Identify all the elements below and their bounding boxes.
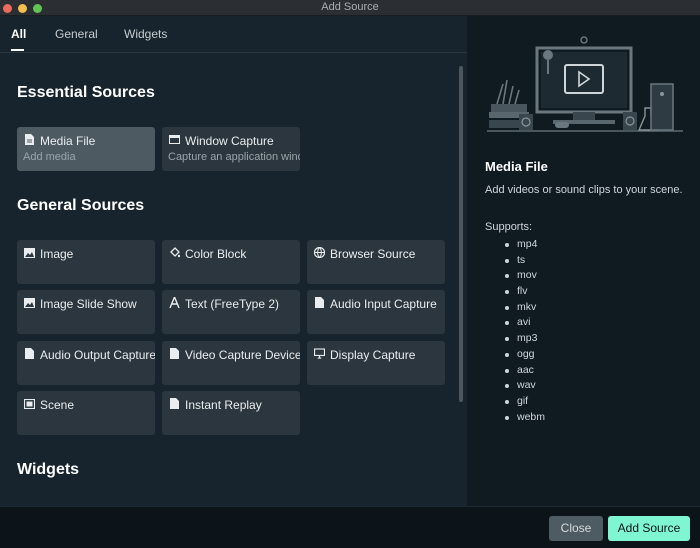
window-title: Add Source [321, 1, 379, 13]
paint-bucket-icon [169, 247, 180, 258]
scrollbar[interactable] [459, 66, 463, 402]
source-detail-panel: Media File Add videos or sound clips to … [467, 16, 700, 506]
media-file-illustration [487, 36, 683, 132]
general-sources-heading: General Sources [17, 197, 145, 214]
close-button[interactable]: Close [549, 516, 603, 541]
tab-widgets[interactable]: Widgets [124, 27, 167, 41]
source-card-image-slide-show[interactable]: Image Slide Show [17, 290, 155, 334]
title-bar: Add Source [0, 0, 700, 16]
format-item: ts [505, 253, 545, 269]
widgets-heading: Widgets [17, 461, 80, 478]
format-item: gif [505, 394, 545, 410]
source-card-label: Media File [40, 134, 96, 148]
source-card-label: Image [40, 247, 74, 261]
monitor-icon [314, 348, 325, 359]
dialog-footer: Close Add Source [0, 506, 700, 548]
tab-all[interactable]: All [11, 27, 26, 41]
detail-description: Add videos or sound clips to your scene. [485, 184, 683, 196]
image-icon [24, 297, 35, 308]
source-card-color-block[interactable]: Color Block [162, 240, 300, 284]
format-item: mkv [505, 300, 545, 316]
text-icon [169, 297, 180, 308]
source-card-label: Window Capture [185, 134, 274, 148]
format-item: mp4 [505, 237, 545, 253]
add-source-button[interactable]: Add Source [608, 516, 690, 541]
format-item: mp3 [505, 331, 545, 347]
format-item: flv [505, 284, 545, 300]
format-item: aac [505, 363, 545, 379]
file-icon [314, 297, 325, 308]
source-card-label: Image Slide Show [40, 297, 137, 311]
file-icon [24, 348, 35, 359]
essential-sources-heading: Essential Sources [17, 84, 155, 101]
source-card-video-capture-device[interactable]: Video Capture Device [162, 341, 300, 385]
source-card-image[interactable]: Image [17, 240, 155, 284]
file-icon [169, 348, 180, 359]
file-icon [169, 398, 180, 409]
format-item: wav [505, 378, 545, 394]
source-card-audio-output-capture[interactable]: Audio Output Capture [17, 341, 155, 385]
supported-formats-list: mp4 ts mov flv mkv avi mp3 ogg aac wav g… [505, 237, 545, 425]
active-tab-indicator [11, 49, 24, 51]
source-card-text-freetype[interactable]: Text (FreeType 2) [162, 290, 300, 334]
tab-bar: All General Widgets [0, 16, 467, 53]
scene-icon [24, 398, 35, 409]
tab-general[interactable]: General [55, 27, 98, 41]
source-card-audio-input-capture[interactable]: Audio Input Capture [307, 290, 445, 334]
source-card-label: Instant Replay [185, 398, 262, 412]
file-icon [24, 134, 35, 145]
format-item: webm [505, 410, 545, 426]
source-card-window-capture[interactable]: Window Capture Capture an application wi… [162, 127, 300, 171]
source-card-label: Display Capture [330, 348, 416, 362]
format-item: mov [505, 268, 545, 284]
source-card-label: Audio Input Capture [330, 297, 437, 311]
format-item: ogg [505, 347, 545, 363]
source-card-instant-replay[interactable]: Instant Replay [162, 391, 300, 435]
source-card-browser-source[interactable]: Browser Source [307, 240, 445, 284]
source-card-label: Text (FreeType 2) [185, 297, 280, 311]
source-card-description: Capture an application window [168, 151, 300, 163]
source-card-description: Add media [23, 151, 76, 163]
format-item: avi [505, 315, 545, 331]
source-card-label: Video Capture Device [185, 348, 300, 362]
window-icon [169, 134, 180, 145]
sources-panel: All General Widgets Essential Sources Me… [0, 16, 467, 506]
globe-icon [314, 247, 325, 258]
source-card-display-capture[interactable]: Display Capture [307, 341, 445, 385]
detail-title: Media File [485, 159, 548, 174]
source-card-label: Audio Output Capture [40, 348, 155, 362]
supports-label: Supports: [485, 221, 533, 233]
image-icon [24, 247, 35, 258]
source-card-label: Scene [40, 398, 75, 412]
source-card-scene[interactable]: Scene [17, 391, 155, 435]
source-card-media-file[interactable]: Media File Add media [17, 127, 155, 171]
source-card-label: Color Block [185, 247, 247, 261]
source-card-label: Browser Source [330, 247, 416, 261]
